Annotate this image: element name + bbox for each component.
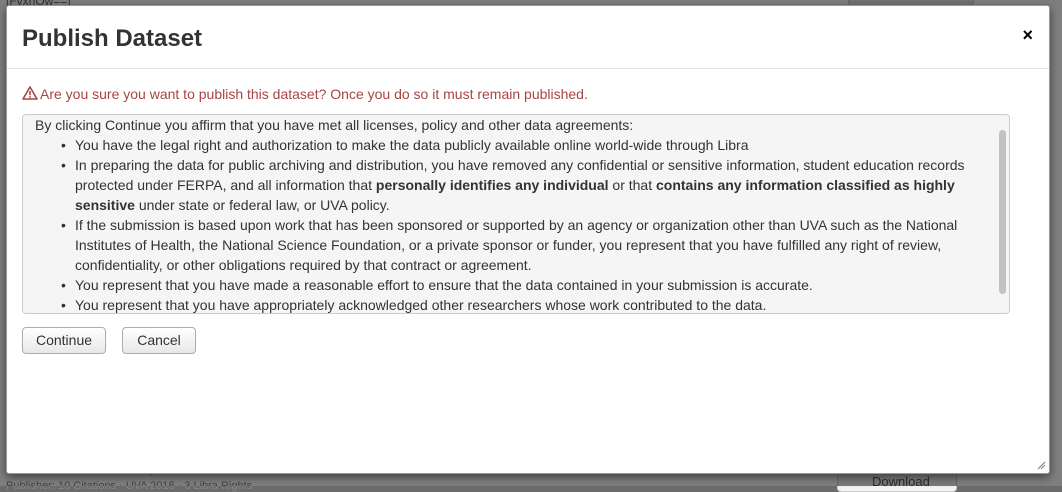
terms-agreement-box[interactable]: By clicking Continue you affirm that you… bbox=[22, 114, 1010, 314]
warning-text: Are you sure you want to publish this da… bbox=[40, 86, 588, 102]
warning-triangle-icon bbox=[22, 86, 38, 100]
modal-header: Publish Dataset × bbox=[7, 6, 1049, 69]
continue-button[interactable]: Continue bbox=[22, 327, 106, 354]
terms-list-item: You represent that you have appropriatel… bbox=[61, 295, 995, 313]
terms-text: You represent that you have made a reaso… bbox=[75, 277, 813, 293]
terms-list-item: In preparing the data for public archivi… bbox=[61, 155, 995, 215]
terms-text: You have the legal right and authorizati… bbox=[75, 137, 749, 153]
terms-scrollbar[interactable] bbox=[999, 130, 1006, 294]
terms-text: If the submission is based upon work tha… bbox=[75, 217, 958, 273]
terms-list-item: If the submission is based upon work tha… bbox=[61, 215, 995, 275]
terms-list-item: You represent that you have made a reaso… bbox=[61, 275, 995, 295]
terms-text: or that bbox=[608, 177, 656, 193]
terms-list: You have the legal right and authorizati… bbox=[61, 135, 995, 313]
publish-warning: Are you sure you want to publish this da… bbox=[22, 86, 588, 102]
terms-emphasis: personally identifies any individual bbox=[375, 177, 609, 193]
terms-list-item: You have the legal right and authorizati… bbox=[61, 135, 995, 155]
close-icon[interactable]: × bbox=[1022, 26, 1033, 44]
terms-intro: By clicking Continue you affirm that you… bbox=[35, 117, 634, 133]
publish-dataset-dialog: Publish Dataset × Are you sure you want … bbox=[6, 5, 1050, 474]
terms-text: You represent that you have appropriatel… bbox=[75, 297, 767, 313]
resize-grip-icon[interactable] bbox=[1036, 460, 1046, 470]
terms-text: under state or federal law, or UVA polic… bbox=[134, 197, 390, 213]
cancel-button[interactable]: Cancel bbox=[122, 327, 196, 354]
modal-title: Publish Dataset bbox=[22, 25, 203, 52]
